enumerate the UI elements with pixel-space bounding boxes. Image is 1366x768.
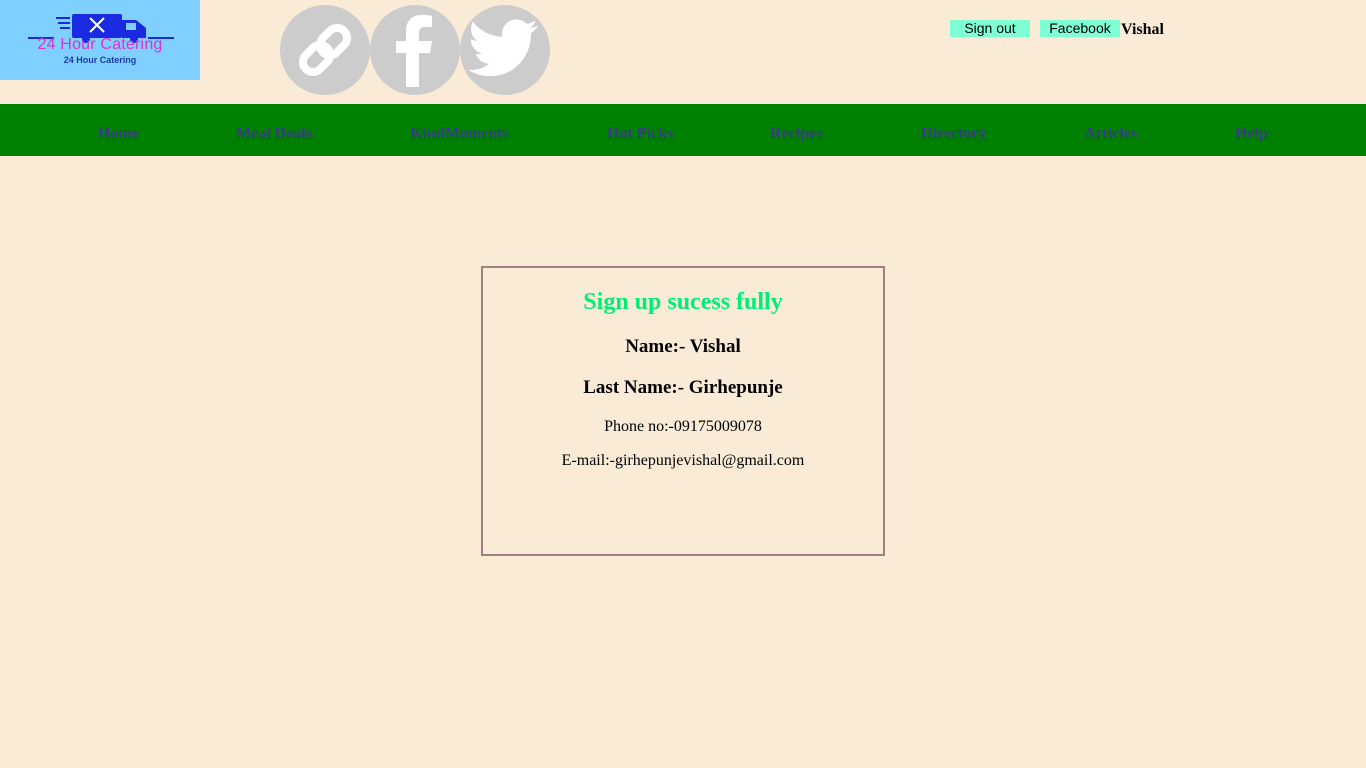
logo-title: 24 Hour Catering	[37, 36, 163, 53]
twitter-social-button[interactable]	[460, 5, 550, 95]
facebook-social-button[interactable]	[370, 5, 460, 95]
user-phone: Phone no:-09175009078	[604, 418, 762, 435]
nav-home[interactable]: Home	[98, 125, 139, 143]
user-name: Vishal	[1121, 21, 1164, 38]
facebook-icon	[396, 15, 432, 87]
link-icon	[298, 23, 352, 77]
success-heading: Sign up sucess fully	[583, 289, 783, 315]
nav-meal-deals[interactable]: Meal Deals	[236, 125, 312, 143]
user-first-name: Name:- Vishal	[625, 336, 741, 357]
logo-subtitle: 24 Hour Catering	[63, 55, 137, 65]
facebook-button[interactable]: Facebook	[1040, 20, 1120, 37]
nav-hot-picks[interactable]: Hot Picks	[607, 125, 673, 143]
nav-help[interactable]: Help	[1235, 125, 1268, 143]
nav-directory[interactable]: Directory	[921, 125, 986, 143]
nav-kind-moments[interactable]: KindMoments	[410, 125, 509, 143]
twitter-icon	[468, 19, 539, 77]
user-email: E-mail:-girhepunjevishal@gmail.com	[561, 452, 805, 469]
user-last-name: Last Name:- Girhepunje	[583, 377, 783, 398]
sign-out-button[interactable]: Sign out	[950, 20, 1030, 37]
main-nav-bar: Home Meal Deals KindMoments Hot Picks Re…	[0, 104, 1366, 156]
link-social-button[interactable]	[280, 5, 370, 95]
signup-success-card: Sign up sucess fully Name:- Vishal Last …	[481, 266, 885, 556]
site-logo[interactable]: 24 Hour Catering 24 Hour Catering	[0, 0, 200, 80]
nav-recipes[interactable]: Recipes	[770, 125, 822, 143]
nav-articles[interactable]: Articles	[1084, 125, 1137, 143]
